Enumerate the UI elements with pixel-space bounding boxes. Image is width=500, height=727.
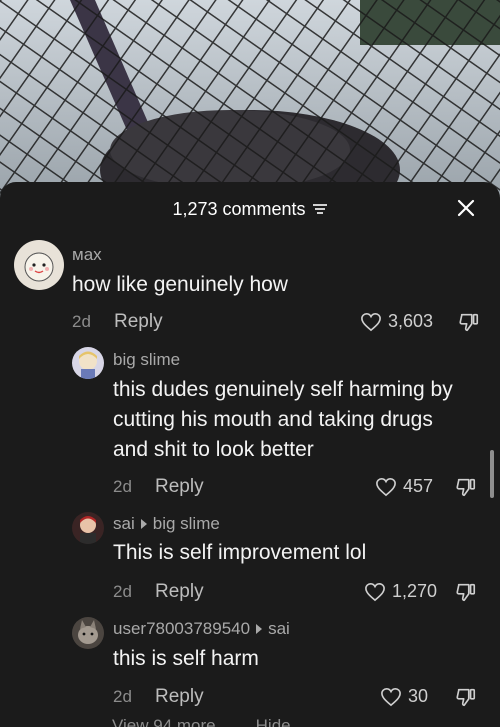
dislike-icon[interactable] [455, 581, 477, 603]
dislike-icon[interactable] [455, 476, 477, 498]
avatar-animal-icon [78, 620, 98, 644]
avatar-character-icon [79, 351, 97, 379]
like-button[interactable]: 457 [375, 476, 433, 497]
like-count: 30 [408, 686, 429, 706]
comment-meta: 2d Reply [113, 476, 204, 498]
comment-date: 2d [113, 582, 132, 601]
heart-icon [381, 687, 401, 706]
avatar[interactable] [72, 512, 104, 544]
comments-count: 1,273 comments [172, 198, 306, 219]
close-icon[interactable] [454, 196, 478, 220]
like-button[interactable]: 3,603 [360, 311, 433, 332]
like-button[interactable]: 30 [380, 686, 428, 707]
tiktok-comments-screen: 1,273 comments мах how like genuinely ho… [0, 0, 500, 727]
avatar-face-icon [24, 252, 54, 282]
comment-meta: 2d Reply [113, 581, 204, 603]
comment-date: 2d [72, 312, 91, 331]
avatar[interactable] [14, 240, 64, 290]
replies-controls: View 94 more Hide [112, 716, 291, 727]
reply-button[interactable]: Reply [155, 686, 204, 708]
reply-to-arrow-icon [140, 519, 147, 529]
hide-replies-button[interactable]: Hide [256, 716, 291, 727]
dislike-icon[interactable] [455, 686, 477, 708]
reply-button[interactable]: Reply [114, 311, 163, 333]
like-count: 3,603 [388, 311, 434, 331]
heart-icon [361, 312, 381, 331]
comment-text: how like genuinely how [72, 273, 288, 296]
like-button[interactable]: 1,270 [364, 581, 437, 602]
comment-meta: 2d Reply [72, 311, 163, 333]
heart-icon [365, 582, 385, 601]
reply-to-username[interactable]: big slime [153, 514, 220, 534]
comment-username[interactable]: sai big slime [113, 514, 220, 534]
avatar[interactable] [72, 347, 104, 379]
net-pattern-image [0, 0, 500, 200]
filter-icon[interactable] [312, 202, 328, 216]
comment-text: this dudes genuinely self harming by cut… [113, 378, 453, 461]
reply-to-arrow-icon [256, 624, 263, 634]
comment-text: this is self harm [113, 647, 259, 670]
reply-to-username[interactable]: sai [268, 619, 290, 639]
comments-header: 1,273 comments [0, 182, 500, 236]
comment-date: 2d [113, 477, 132, 496]
comments-count-button[interactable]: 1,273 comments [172, 199, 327, 220]
like-count: 457 [403, 476, 434, 496]
avatar-person-icon [80, 516, 96, 544]
comment-username[interactable]: мах [72, 245, 102, 265]
comment-date: 2d [113, 687, 132, 706]
comment-meta: 2d Reply [113, 686, 204, 708]
video-preview[interactable] [0, 0, 500, 200]
comment-username[interactable]: user78003789540 sai [113, 619, 290, 639]
avatar[interactable] [72, 617, 104, 649]
heart-icon [376, 477, 396, 496]
reply-button[interactable]: Reply [155, 581, 204, 603]
reply-button[interactable]: Reply [155, 476, 204, 498]
dislike-icon[interactable] [458, 311, 480, 333]
like-count: 1,270 [392, 581, 438, 601]
comment-text: This is self improvement lol [113, 541, 367, 564]
comment-username[interactable]: big slime [113, 350, 180, 370]
scrollbar[interactable] [490, 450, 494, 498]
view-more-replies-button[interactable]: View 94 more [112, 716, 216, 727]
